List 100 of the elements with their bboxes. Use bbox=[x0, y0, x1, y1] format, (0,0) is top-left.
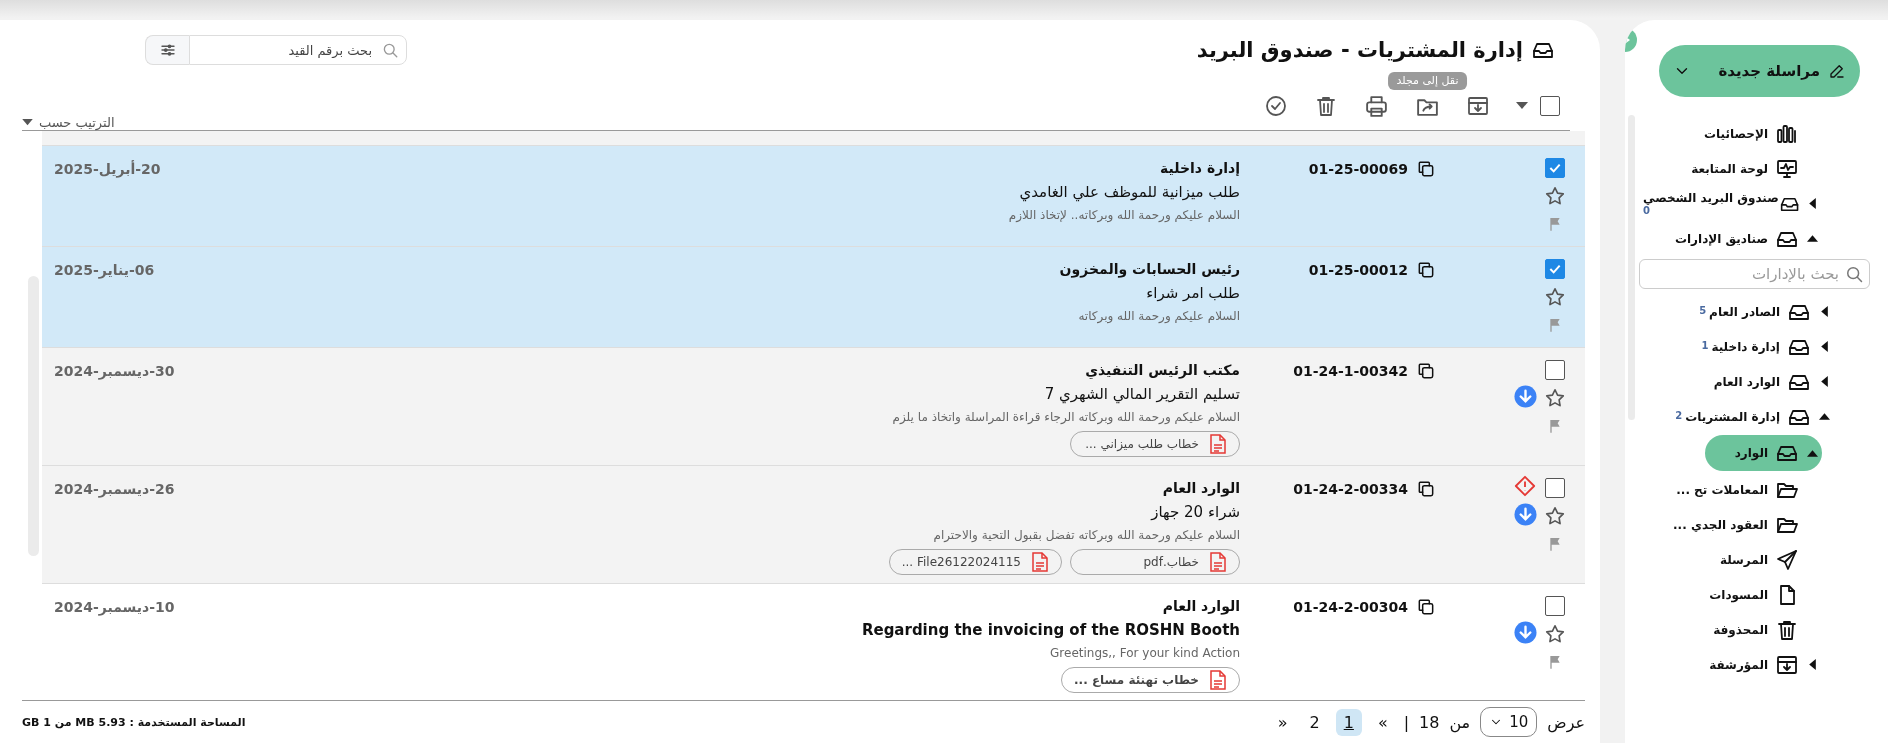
paper-plane-icon bbox=[1775, 547, 1799, 572]
tree-item[interactable]: المعاملات تح ... bbox=[1672, 473, 1822, 506]
printer-icon[interactable] bbox=[1364, 93, 1389, 119]
storage-usage: المساحة المستخدمة : 5.93 MB من 1 GB bbox=[22, 715, 246, 729]
message-subject: طلب امر شراء bbox=[1146, 283, 1240, 304]
new-message-button[interactable]: مراسلة جديدة bbox=[1659, 45, 1860, 97]
expand-arrow-icon[interactable] bbox=[1806, 659, 1818, 670]
tree-item-label: صندوق البريد الشخصي bbox=[1643, 190, 1779, 205]
dropdown-caret-icon[interactable] bbox=[1516, 102, 1528, 110]
message-preview: السلام عليكم ورحمة الله وبركاته تفضل بقبول التحية والاحترام bbox=[933, 527, 1240, 544]
expand-arrow-icon[interactable] bbox=[1818, 306, 1830, 317]
tree-item[interactable]: المؤرشفة bbox=[1705, 648, 1822, 681]
row-checkbox[interactable] bbox=[1545, 596, 1565, 616]
collapse-arrow-icon[interactable] bbox=[1806, 233, 1818, 244]
page-size-select[interactable]: 10 bbox=[1480, 707, 1538, 737]
pdf-file-icon bbox=[1209, 670, 1227, 690]
message-date: 10-ديسمبر-2024 bbox=[53, 598, 175, 618]
tree-item[interactable]: المرسلة bbox=[1715, 543, 1822, 576]
message-preview: السلام عليكم ورحمة الله وبركاته bbox=[1078, 308, 1240, 325]
pdf-file-icon bbox=[1031, 552, 1049, 572]
tree-item[interactable]: العقود الجدي ... bbox=[1669, 508, 1822, 541]
download-icon[interactable] bbox=[1513, 620, 1537, 644]
collapse-arrow-icon[interactable] bbox=[1818, 411, 1830, 422]
tree-item-label: العقود الجدي ... bbox=[1673, 517, 1768, 532]
expand-arrow-icon[interactable] bbox=[1807, 198, 1818, 209]
tooltip: نقل إلى مجلد bbox=[1387, 71, 1468, 90]
filter-button[interactable] bbox=[145, 35, 189, 65]
caret-icon bbox=[22, 119, 33, 126]
search-icon bbox=[381, 41, 399, 59]
message-date: 20-أبريل-2025 bbox=[53, 159, 161, 180]
copy-icon[interactable] bbox=[1416, 361, 1436, 381]
select-all-checkbox[interactable] bbox=[1540, 96, 1560, 116]
star-icon[interactable] bbox=[1544, 505, 1566, 527]
star-icon[interactable] bbox=[1544, 387, 1566, 409]
expand-arrow-icon[interactable] bbox=[1818, 376, 1830, 387]
tree-item-label: المرسلة bbox=[1719, 552, 1768, 567]
page-title: إدارة المشتريات - صندوق البريد bbox=[1196, 38, 1523, 62]
message-subject: تسليم التقرير المالي الشهري 7 bbox=[1044, 384, 1240, 405]
search-field[interactable]: بحث بالإدارات bbox=[1639, 259, 1870, 289]
reference-number: 01-25-00012 bbox=[1308, 262, 1408, 278]
check-circle-icon[interactable] bbox=[1264, 94, 1288, 118]
star-icon[interactable] bbox=[1544, 286, 1566, 308]
tree-item[interactable]: المحذوفة bbox=[1709, 613, 1822, 646]
row-checkbox[interactable] bbox=[1545, 158, 1565, 178]
pdf-file-icon bbox=[1209, 434, 1227, 454]
tree-item-label: لوحة المتابعة bbox=[1691, 161, 1768, 176]
tree-item-label: المحذوفة bbox=[1713, 622, 1768, 637]
flag-icon[interactable] bbox=[1547, 418, 1563, 434]
download-icon[interactable] bbox=[1513, 384, 1537, 408]
message-preview: Greetings,, For your kind Action bbox=[1050, 645, 1240, 662]
star-icon[interactable] bbox=[1544, 623, 1566, 645]
message-date: 06-يناير-2025 bbox=[53, 261, 155, 281]
tree-item[interactable]: صناديق الإدارات bbox=[1670, 222, 1822, 255]
count-label: 2 bbox=[1675, 409, 1683, 422]
count-label: 1 bbox=[1701, 339, 1709, 352]
pencil-icon bbox=[1828, 62, 1846, 80]
trash-icon[interactable] bbox=[1314, 94, 1338, 118]
download-icon[interactable] bbox=[1513, 502, 1537, 526]
copy-icon[interactable] bbox=[1416, 260, 1436, 280]
archive-box-icon[interactable] bbox=[1466, 94, 1490, 118]
reference-number: 01-24-1-00342 bbox=[1293, 363, 1408, 379]
tree-item[interactable]: الوارد العام bbox=[1709, 365, 1834, 398]
expand-arrow-icon[interactable] bbox=[1818, 341, 1830, 352]
last-page-button[interactable]: » bbox=[1271, 710, 1294, 734]
tree-item-label: المعاملات تح ... bbox=[1676, 482, 1768, 497]
tree-item-label: المسودات bbox=[1709, 587, 1768, 602]
page-button[interactable]: 1 bbox=[1335, 708, 1362, 736]
row-checkbox[interactable] bbox=[1545, 259, 1565, 279]
collapse-arrow-icon[interactable] bbox=[1806, 447, 1818, 459]
flag-icon[interactable] bbox=[1547, 536, 1563, 552]
sliders-icon bbox=[158, 41, 177, 59]
copy-icon[interactable] bbox=[1416, 159, 1436, 179]
tree-item-label: إدارة المشتريات bbox=[1685, 409, 1780, 424]
tree-item-label: إدارة داخلية bbox=[1711, 339, 1780, 354]
tree-item[interactable]: الإحصائيات bbox=[1700, 117, 1822, 150]
copy-icon[interactable] bbox=[1416, 597, 1436, 617]
search-field[interactable]: بحث برقم القيد bbox=[189, 35, 407, 65]
message-subject: شراء 20 جهاز bbox=[1151, 502, 1240, 523]
page-size-label: عرض bbox=[1547, 712, 1585, 732]
row-checkbox[interactable] bbox=[1545, 478, 1565, 498]
tree-item[interactable]: لوحة المتابعة bbox=[1687, 152, 1822, 185]
tree-item[interactable]: الوارد bbox=[1704, 435, 1822, 471]
tree-item-label: الصادر العام bbox=[1709, 304, 1780, 319]
sender-name: إدارة داخلية bbox=[1160, 159, 1240, 178]
row-checkbox[interactable] bbox=[1545, 360, 1565, 380]
tree-item[interactable]: المسودات bbox=[1705, 578, 1822, 611]
flag-icon[interactable] bbox=[1547, 654, 1563, 670]
first-page-button[interactable]: « bbox=[1371, 710, 1394, 734]
sort-dropdown[interactable]: الترتيب حسب bbox=[22, 115, 115, 130]
tree-item-label: المؤرشفة bbox=[1709, 657, 1768, 672]
page-button[interactable]: 2 bbox=[1303, 710, 1326, 734]
message-date: 30-ديسمبر-2024 bbox=[53, 362, 175, 382]
message-preview: السلام عليكم ورحمة الله وبركاته الرجاء قراءة المراسلة واتخاذ ما يلزم bbox=[892, 409, 1240, 426]
message-preview: السلام عليكم ورحمة الله وبركاته.. لإتخاذ اللازم bbox=[1008, 207, 1240, 224]
message-subject: Regarding the invoicing of the ROSHN Booth bbox=[861, 620, 1240, 641]
sender-name: الوارد العام bbox=[1162, 479, 1240, 498]
message-subject: طلب ميزانية للموظف علي الغامدي bbox=[1019, 182, 1240, 203]
copy-icon[interactable] bbox=[1416, 479, 1436, 499]
of-label: من bbox=[1449, 712, 1471, 732]
star-icon[interactable] bbox=[1544, 185, 1566, 207]
